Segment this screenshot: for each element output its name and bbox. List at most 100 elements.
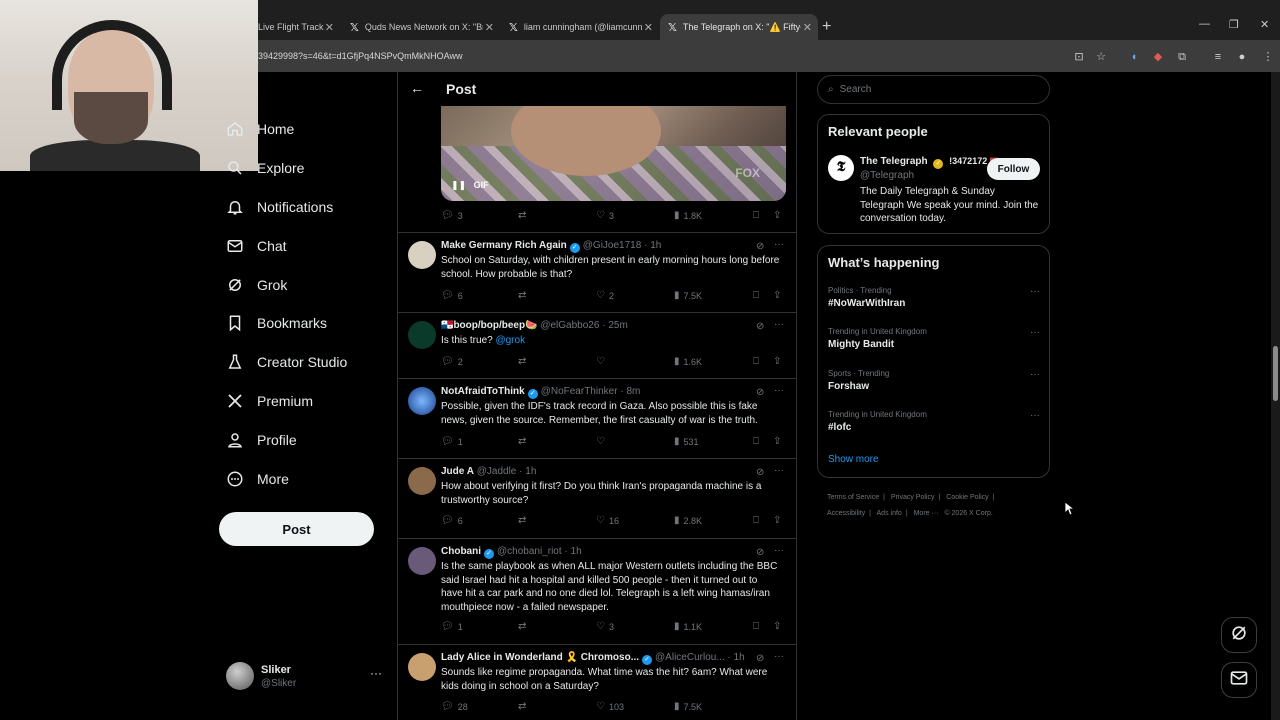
close-icon[interactable]: ✕ — [485, 21, 494, 34]
avatar[interactable] — [408, 547, 436, 575]
avatar[interactable] — [408, 321, 436, 349]
show-more-link[interactable]: Show more — [828, 454, 879, 465]
profile-icon[interactable]: ● — [1235, 50, 1249, 64]
views-button[interactable]: ▮ 7.5K — [674, 701, 702, 712]
author-handle[interactable]: @GiJoe1718 — [583, 240, 642, 251]
browser-tab-quds[interactable]: 𝕏 Quds News Network on X: "Bre ✕ — [342, 14, 500, 40]
reply-button[interactable]: 💬︎ 2 — [441, 356, 463, 367]
repost-button[interactable]: ⇄ — [518, 436, 530, 447]
reply-tweet[interactable]: Jude A @Jaddle · 1h ⊘ ··· How about veri… — [398, 458, 796, 538]
footer-link[interactable]: Terms of Service — [827, 494, 879, 501]
author-name[interactable]: Chobani — [441, 546, 481, 557]
grok-fab-button[interactable] — [1221, 617, 1257, 653]
extension-audio-icon[interactable]: ◖ — [1127, 50, 1141, 64]
timestamp[interactable]: 1h — [650, 240, 661, 251]
author-handle[interactable]: @NoFearThinker — [541, 386, 618, 397]
grok-icon[interactable]: ⊘ — [756, 547, 764, 558]
author-name[interactable]: 🇵🇦boop/bop/beep🍉 — [441, 320, 538, 331]
bookmark-button[interactable]: ⎕ — [753, 621, 763, 632]
like-button[interactable]: ♡ 3 — [596, 621, 614, 632]
nav-notifications[interactable]: Notifications — [226, 192, 333, 222]
author-name[interactable]: Make Germany Rich Again — [441, 240, 567, 251]
reply-button[interactable]: 💬︎ 6 — [441, 290, 463, 301]
trend-item[interactable]: Sports · Trending Forshaw ··· — [828, 369, 1040, 401]
more-icon[interactable]: ··· — [774, 545, 784, 556]
bookmark-button[interactable]: ⎕ — [753, 515, 763, 526]
new-tab-button[interactable]: + — [822, 18, 831, 36]
window-close-icon[interactable]: ✕ — [1260, 18, 1269, 31]
close-icon[interactable]: ✕ — [644, 21, 653, 34]
reply-tweet[interactable]: Make Germany Rich Again ✓ @GiJoe1718 · 1h … — [398, 232, 796, 308]
telegraph-logo-icon[interactable]: 𝕿 — [828, 155, 854, 181]
search-input[interactable]: ⌕ Search — [817, 75, 1050, 104]
author-name[interactable]: Lady Alice in Wonderland 🎗️ Chromoso... — [441, 652, 639, 663]
share-button[interactable]: ⇪ — [773, 436, 785, 447]
close-icon[interactable]: ✕ — [803, 21, 812, 34]
more-icon[interactable]: ··· — [774, 319, 784, 330]
avatar[interactable] — [408, 653, 436, 681]
extensions-icon[interactable]: ⧉ — [1175, 50, 1189, 64]
more-icon[interactable]: ··· — [774, 385, 784, 396]
footer-link[interactable]: Accessibility — [827, 510, 865, 517]
bookmark-button[interactable]: ⎕ — [753, 210, 763, 221]
more-icon[interactable]: ··· — [774, 465, 784, 476]
reply-tweet[interactable]: NotAfraidToThink ✓ @NoFearThinker · 8m ⊘ ·… — [398, 378, 796, 458]
share-button[interactable]: ⇪ — [773, 356, 785, 367]
author-name[interactable]: NotAfraidToThink — [441, 386, 525, 397]
views-button[interactable]: ▮ 1.8K — [674, 210, 702, 221]
repost-button[interactable]: ⇄ — [518, 515, 530, 526]
repost-button[interactable]: ⇄ — [518, 356, 530, 367]
mention-link[interactable]: @grok — [495, 335, 525, 346]
trend-item[interactable]: Trending in United Kingdom #lofc ··· — [828, 410, 1040, 442]
person-handle[interactable]: @Telegraph — [860, 170, 914, 181]
like-button[interactable]: ♡ 16 — [596, 515, 619, 526]
reply-tweet[interactable]: 🇵🇦boop/bop/beep🍉 @elGabbo26 · 25m ⊘ ··· … — [398, 312, 796, 378]
timestamp[interactable]: 1h — [734, 652, 745, 663]
nav-premium[interactable]: Premium — [226, 386, 313, 416]
more-icon[interactable]: ··· — [774, 651, 784, 662]
nav-more[interactable]: More — [226, 464, 289, 494]
close-icon[interactable]: ✕ — [325, 21, 334, 34]
follow-button[interactable]: Follow — [987, 158, 1040, 180]
like-button[interactable]: ♡ — [596, 356, 609, 367]
timestamp[interactable]: 8m — [626, 386, 640, 397]
footer-link[interactable]: Cookie Policy — [946, 494, 988, 501]
nav-explore[interactable]: Explore — [226, 153, 304, 183]
timestamp[interactable]: 1h — [525, 466, 536, 477]
page-scrollbar[interactable] — [1271, 72, 1280, 720]
nav-profile[interactable]: Profile — [226, 425, 297, 455]
more-icon[interactable]: ··· — [1030, 327, 1040, 338]
nav-bookmarks[interactable]: Bookmarks — [226, 308, 327, 338]
more-icon[interactable]: ··· — [1030, 369, 1040, 380]
reply-button[interactable]: 💬︎ 1 — [441, 621, 463, 632]
reply-tweet[interactable]: Lady Alice in Wonderland 🎗️ Chromoso... ✓… — [398, 644, 796, 720]
grok-icon[interactable]: ⊘ — [756, 387, 764, 398]
restore-icon[interactable]: ❐ — [1229, 18, 1239, 31]
repost-button[interactable]: ⇄ — [518, 621, 530, 632]
browser-tab-liam[interactable]: 𝕏 liam cunningham (@liamcunni ✕ — [501, 14, 659, 40]
more-icon[interactable]: ··· — [370, 666, 382, 680]
reply-button[interactable]: 💬︎ 1 — [441, 436, 463, 447]
grok-icon[interactable]: ⊘ — [756, 467, 764, 478]
reply-button[interactable]: 💬︎ 6 — [441, 515, 463, 526]
footer-link[interactable]: More ··· — [914, 510, 939, 517]
menu-icon[interactable]: ⋮ — [1261, 50, 1275, 64]
share-button[interactable]: ⇪ — [773, 210, 785, 221]
share-button[interactable]: ⇪ — [773, 621, 785, 632]
nav-creator-studio[interactable]: Creator Studio — [226, 347, 347, 377]
nav-home[interactable]: Home — [226, 114, 294, 144]
reply-button[interactable]: 💬︎ 3 — [441, 210, 463, 221]
pause-icon[interactable]: ❚❚ — [451, 180, 466, 190]
author-handle[interactable]: @elGabbo26 — [540, 320, 599, 331]
avatar[interactable] — [408, 467, 436, 495]
like-button[interactable]: ♡ 3 — [596, 210, 614, 221]
footer-link[interactable]: Privacy Policy — [891, 494, 935, 501]
avatar[interactable] — [408, 241, 436, 269]
views-button[interactable]: ▮ 7.5K — [674, 290, 702, 301]
trend-item[interactable]: Politics · Trending #NoWarWithIran ··· — [828, 286, 1040, 318]
gif-controls[interactable]: ❚❚ GIF — [451, 180, 489, 191]
bookmark-button[interactable]: ⎕ — [753, 290, 763, 301]
browser-tab-flight[interactable]: Live Flight Track ✕ — [250, 14, 340, 40]
browser-tab-telegraph[interactable]: 𝕏 The Telegraph on X: "⚠️ Fifty-o ✕ — [660, 14, 818, 40]
nav-grok[interactable]: Grok — [226, 270, 287, 300]
